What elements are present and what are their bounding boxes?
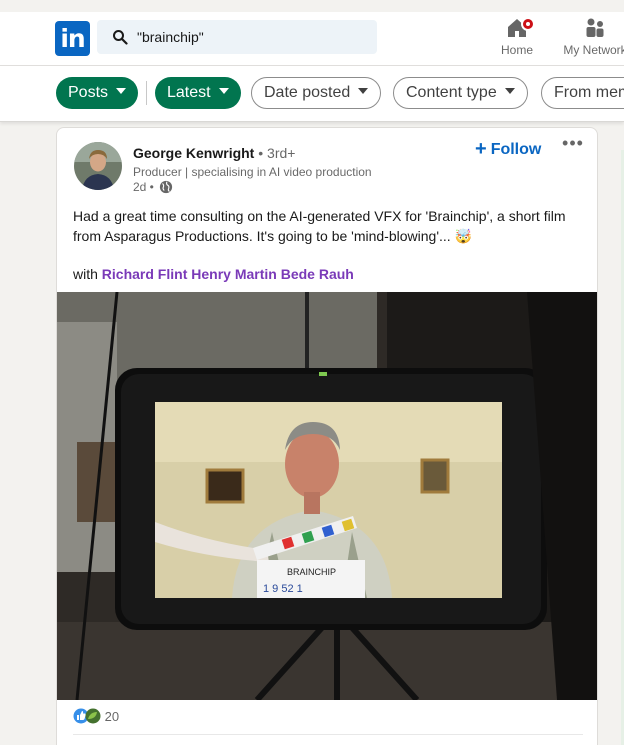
caret-down-icon bbox=[358, 88, 369, 94]
search-filter-bar: Posts Latest Date posted Content type Fr… bbox=[0, 66, 624, 122]
nav-my-network-label: My Network bbox=[563, 43, 624, 57]
film-set-photo: BRAINCHIP 1 9 52 1 bbox=[57, 292, 597, 700]
filter-latest[interactable]: Latest bbox=[155, 77, 241, 109]
global-nav: in Home My Network bbox=[0, 0, 624, 66]
mentions-line: with Richard Flint Henry Martin Bede Rau… bbox=[73, 266, 354, 282]
post-commentary: Had a great time consulting on the AI-ge… bbox=[73, 208, 566, 244]
author-name-line[interactable]: George Kenwright • 3rd+ bbox=[133, 145, 295, 161]
caret-down-icon bbox=[504, 88, 515, 94]
support-icon bbox=[85, 708, 101, 724]
search-box[interactable] bbox=[97, 20, 377, 54]
notification-badge bbox=[521, 17, 535, 31]
post-image[interactable]: BRAINCHIP 1 9 52 1 bbox=[57, 292, 597, 700]
nav-my-network[interactable]: My Network bbox=[560, 16, 624, 66]
post-meta: 2d • bbox=[133, 180, 173, 194]
author-name[interactable]: George Kenwright bbox=[133, 145, 254, 161]
mentioned-people[interactable]: Richard Flint Henry Martin Bede Rauh bbox=[102, 266, 354, 282]
with-label: with bbox=[73, 266, 98, 282]
more-options-button[interactable]: ••• bbox=[562, 134, 584, 158]
filter-content-type-label: Content type bbox=[406, 84, 497, 101]
clapper-title: BRAINCHIP bbox=[287, 567, 336, 577]
clapper-numbers: 1 9 52 1 bbox=[263, 583, 303, 595]
nav-home-label: Home bbox=[500, 43, 533, 57]
follow-label: Follow bbox=[490, 141, 542, 158]
avatar-photo bbox=[74, 142, 122, 190]
filter-content-type[interactable]: Content type bbox=[393, 77, 528, 109]
follow-button[interactable]: + Follow bbox=[475, 138, 541, 160]
globe-icon bbox=[160, 180, 173, 194]
social-counts[interactable]: 20 bbox=[73, 708, 119, 724]
people-icon bbox=[586, 18, 604, 37]
reaction-count: 20 bbox=[104, 709, 120, 724]
filter-date-posted-label: Date posted bbox=[264, 84, 351, 101]
caret-down-icon bbox=[116, 88, 127, 94]
author-avatar[interactable] bbox=[74, 142, 122, 190]
linkedin-logo[interactable]: in bbox=[55, 21, 90, 56]
filter-posts-label: Posts bbox=[68, 84, 109, 101]
nav-home[interactable]: Home bbox=[497, 16, 537, 66]
search-input[interactable] bbox=[137, 20, 367, 54]
author-headline: Producer | specialising in AI video prod… bbox=[133, 165, 372, 179]
post-time: 2d • bbox=[133, 180, 154, 194]
filter-from-member[interactable]: From member bbox=[541, 77, 624, 109]
filter-posts[interactable]: Posts bbox=[56, 77, 139, 109]
filter-date-posted[interactable]: Date posted bbox=[251, 77, 382, 109]
filter-divider bbox=[146, 81, 147, 105]
filter-from-member-label: From member bbox=[554, 84, 624, 101]
search-icon bbox=[113, 30, 128, 45]
filter-latest-label: Latest bbox=[167, 84, 211, 101]
connection-degree: • 3rd+ bbox=[258, 145, 296, 161]
caret-down-icon bbox=[218, 88, 229, 94]
card-divider bbox=[73, 734, 583, 735]
plus-icon: + bbox=[475, 138, 487, 160]
feed-post-card: George Kenwright • 3rd+ Producer | speci… bbox=[56, 127, 598, 745]
